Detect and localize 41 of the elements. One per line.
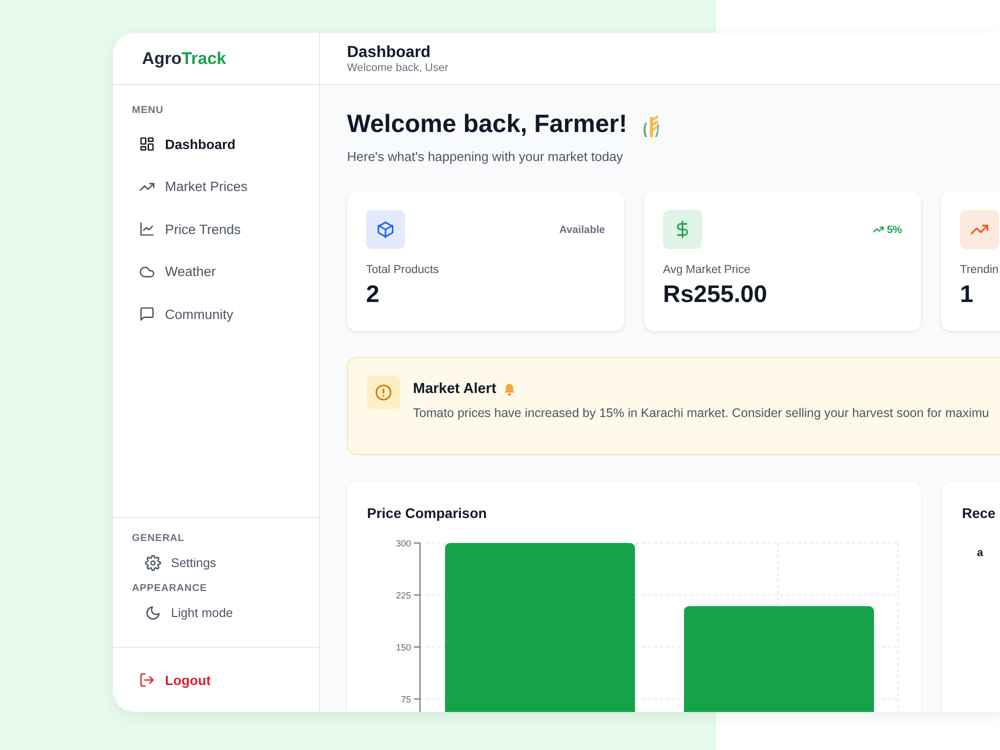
nav-item[interactable]: Community	[132, 293, 319, 336]
nav-item[interactable]: Market Prices	[132, 166, 319, 208]
section-label: GENERAL	[132, 533, 186, 544]
settings-item[interactable]: Settings	[132, 547, 319, 579]
welcome-heading: Welcome back, Farmer!	[347, 110, 628, 139]
stat-value: 1	[960, 281, 974, 309]
stat-label: Avg Market Price	[663, 264, 752, 276]
stat-value: 2	[366, 281, 380, 309]
logout-icon	[139, 672, 155, 688]
line-chart-icon	[139, 221, 155, 238]
stat-value: Rs255.00	[663, 281, 768, 309]
card-title: Rece	[962, 505, 996, 521]
axis-tick-label: 75	[400, 694, 411, 704]
cloud-icon	[139, 264, 155, 280]
settings-icon	[145, 555, 161, 571]
nav-item[interactable]: Dashboard	[132, 123, 319, 166]
axis-tick-label: 150	[396, 642, 411, 652]
axis-tick-label: 300	[396, 538, 411, 548]
logout-link[interactable]: Logout	[139, 672, 211, 688]
recent-item: a	[977, 547, 984, 559]
nav-item[interactable]: Weather	[132, 250, 319, 293]
settings-item[interactable]: Light mode	[132, 597, 319, 629]
stat-label: Trendin	[960, 264, 1000, 276]
status-label: Available	[559, 224, 605, 236]
moon-icon	[145, 605, 161, 621]
section-label: APPEARANCE	[132, 583, 208, 594]
page-title: Dashboard	[347, 44, 432, 62]
stat-label: Total Products	[366, 264, 440, 276]
axis-tick-label: 225	[396, 590, 411, 600]
alert-message: Tomato prices have increased by 15% in Karachi market. Consider selling your harvest soon for maximu	[413, 405, 989, 422]
trend-badge: 5%	[872, 224, 902, 236]
alert-title: Market Alert	[413, 381, 496, 397]
welcome-subtitle: Here's what's happening with your market today	[347, 149, 624, 164]
chat-icon	[139, 306, 155, 322]
menu-label: MENU	[132, 105, 164, 116]
grid-icon	[139, 136, 155, 152]
warning-icon	[367, 376, 400, 409]
page-subtitle: Welcome back, User	[347, 62, 450, 74]
brand-logo: AgroTrack	[142, 48, 226, 68]
chart-title: Price Comparison	[367, 505, 488, 521]
nav-item[interactable]: Price Trends	[132, 208, 319, 250]
